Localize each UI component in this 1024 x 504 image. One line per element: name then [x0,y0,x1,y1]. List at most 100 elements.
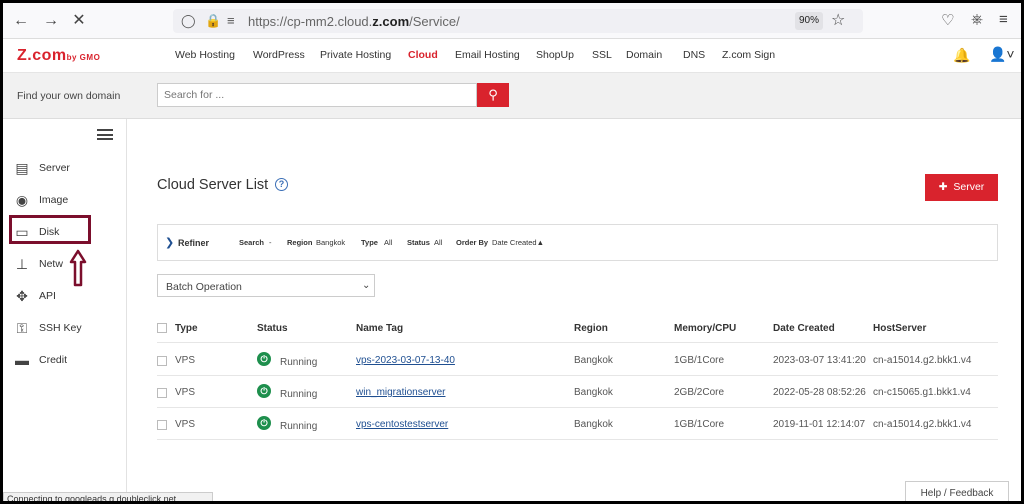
power-icon: ⏻ [257,384,271,398]
nav-web-hosting[interactable]: Web Hosting [175,49,235,61]
row-divider [157,439,998,440]
browser-status-bar: Connecting to googleads.g.doubleclick.ne… [3,492,213,501]
key-icon: ⚿ [16,320,28,336]
sidebar-item-network[interactable]: ⊥ Netw [13,253,113,277]
row-memcpu: 1GB/1Core [674,419,725,430]
row-status: Running [280,421,318,432]
menu-icon[interactable]: ≡ [999,11,1008,28]
power-icon: ⏻ [257,352,271,366]
sidebar-item-ssh-key[interactable]: ⚿ SSH Key [13,317,113,341]
disk-highlight-box [9,215,91,244]
page-title: Cloud Server List [157,177,269,193]
row-name-link[interactable]: vps-centostestserver [356,419,448,430]
row-date: 2019-11-01 12:14:07 [773,419,866,430]
header-divider [157,342,998,343]
forward-icon[interactable]: → [41,11,61,31]
nav-dns[interactable]: DNS [683,49,705,61]
domain-search-bar: Find your own domain ⚲ [3,73,1021,119]
server-icon: ▤ [15,160,29,176]
row-region: Bangkok [574,355,613,366]
row-status: Running [280,357,318,368]
refiner-type-label: Type [361,238,378,247]
search-icon: ⚲ [488,87,498,102]
domain-search-label: Find your own domain [17,90,121,102]
url-text[interactable]: https://cp-mm2.cloud.z.com/Service/ [248,14,460,29]
sidebar-item-label: SSH Key [39,322,82,334]
nav-email-hosting[interactable]: Email Hosting [455,49,520,61]
nav-zcom-sign[interactable]: Z.com Sign [722,49,775,61]
column-header-status[interactable]: Status [257,323,288,334]
row-name-link[interactable]: vps-2023-03-07-13-40 [356,355,455,366]
user-icon[interactable]: 👤˅ [989,46,1015,63]
batch-operation-label: Batch Operation [166,281,242,293]
row-name-link[interactable]: win_migrationserver [356,387,445,398]
batch-operation-select[interactable]: Batch Operation ⌄ [157,274,375,297]
row-status: Running [280,389,318,400]
column-header-memory-cpu[interactable]: Memory/CPU [674,323,736,334]
up-arrow-annotation [69,249,87,287]
sidebar-item-api[interactable]: ✥ API [13,285,113,309]
bell-icon[interactable]: 🔔 [953,47,970,64]
nav-cloud[interactable]: Cloud [408,49,438,61]
bookmark-star-icon[interactable]: ☆ [831,10,845,30]
browser-toolbar: ← → ✕ ◯ 🔒 ≡ https://cp-mm2.cloud.z.com/S… [3,3,1021,39]
row-divider [157,407,998,408]
row-checkbox[interactable] [157,356,167,366]
column-header-region[interactable]: Region [574,323,608,334]
power-icon: ⏻ [257,416,271,430]
column-header-name-tag[interactable]: Name Tag [356,323,403,334]
row-memcpu: 2GB/2Core [674,387,725,398]
column-header-date-created[interactable]: Date Created [773,323,835,334]
refiner-status-value: All [434,238,443,247]
address-bar[interactable]: ◯ 🔒 ≡ https://cp-mm2.cloud.z.com/Service… [173,9,863,33]
search-button[interactable]: ⚲ [477,83,509,107]
nav-shopup[interactable]: ShopUp [536,49,574,61]
stop-loading-icon[interactable]: ✕ [69,11,89,31]
nav-ssl[interactable]: SSL [592,49,612,61]
nav-domain[interactable]: Domain [626,49,662,61]
row-type: VPS [175,355,196,366]
zoom-level[interactable]: 90% [795,12,823,30]
sidebar-item-server[interactable]: ▤ Server [13,157,113,181]
refiner-search-label: Search [239,238,265,247]
shield-icon[interactable]: ◯ [181,13,196,29]
select-all-checkbox[interactable] [157,323,167,333]
row-host: cn-a15014.g2.bkk1.v4 [873,355,972,366]
sidebar-item-label: Netw [39,258,63,270]
row-date: 2022-05-28 08:52:26 [773,387,866,398]
help-icon[interactable]: ? [275,178,288,191]
plus-icon: ✚ [938,181,948,193]
row-checkbox[interactable] [157,388,167,398]
nav-private-hosting[interactable]: Private Hosting [320,49,391,61]
sidebar-item-image[interactable]: ◉ Image [13,189,113,213]
nav-wordpress[interactable]: WordPress [253,49,305,61]
zcom-logo[interactable]: Z.comby GMO [17,47,100,65]
hamburger-menu-icon[interactable] [97,129,113,140]
refiner-panel[interactable]: ❯ Refiner Search - Region Bangkok Type A… [157,224,998,261]
refiner-label[interactable]: Refiner [178,238,209,248]
network-icon: ⊥ [15,256,29,272]
row-region: Bangkok [574,419,613,430]
column-header-type[interactable]: Type [175,323,198,334]
row-checkbox[interactable] [157,420,167,430]
refiner-search-value: - [269,238,272,247]
row-memcpu: 1GB/1Core [674,355,725,366]
domain-search-input[interactable] [157,83,477,107]
api-icon: ✥ [16,288,28,304]
permissions-icon[interactable]: ≡ [227,13,235,28]
add-server-button[interactable]: ✚ Server [925,174,998,201]
site-header: Z.comby GMO Web Hosting WordPress Privat… [3,39,1021,73]
pocket-icon[interactable]: ♡ [941,11,954,29]
column-header-hostserver[interactable]: HostServer [873,323,926,334]
refiner-region-label: Region [287,238,313,247]
row-type: VPS [175,419,196,430]
sidebar-item-credit[interactable]: ▬ Credit [13,349,113,373]
help-feedback-button[interactable]: Help / Feedback [905,481,1009,501]
back-icon[interactable]: ← [11,11,31,31]
row-date: 2023-03-07 13:41:20 [773,355,866,366]
extensions-icon[interactable]: ⎈ [971,11,983,28]
chevron-right-icon[interactable]: ❯ [165,236,174,249]
sidebar-item-label: Server [39,162,70,174]
lock-icon[interactable]: 🔒 [205,13,221,29]
chevron-down-icon: ⌄ [362,280,371,291]
